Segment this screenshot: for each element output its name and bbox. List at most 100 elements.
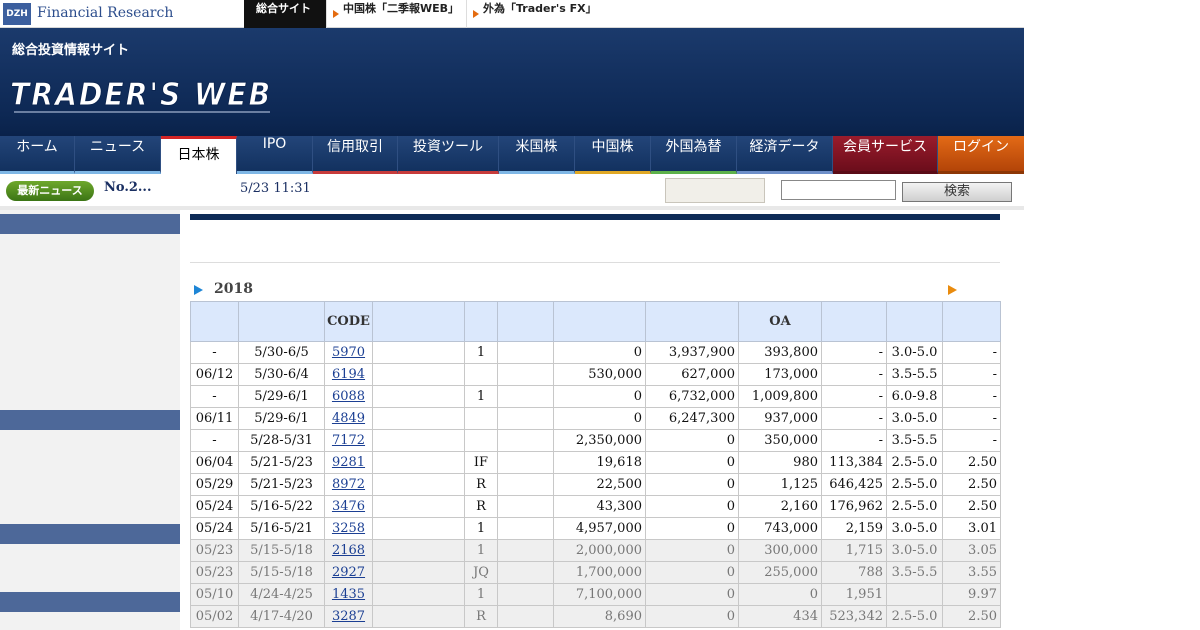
table-cell: 530,000 — [553, 363, 646, 386]
table-cell: 5/28-5/31 — [238, 429, 325, 452]
nav-economic-data[interactable]: 経済データ — [737, 136, 833, 174]
nav-japan-stocks[interactable]: 日本株 — [161, 136, 237, 174]
column-header — [645, 301, 739, 342]
section-divider — [190, 262, 1000, 263]
table-cell: 0 — [645, 473, 739, 496]
table-cell — [372, 429, 465, 452]
stock-code-link[interactable]: 2168 — [332, 543, 365, 558]
search-button[interactable]: 検索 — [902, 182, 1012, 202]
table-cell: 1 — [464, 539, 498, 562]
table-cell: 2.50 — [942, 605, 1001, 628]
table-cell: 176,962 — [821, 495, 887, 518]
stock-code-link[interactable]: 6088 — [332, 389, 365, 404]
latest-news-badge[interactable]: 最新ニュース — [6, 181, 94, 201]
stock-code-link[interactable]: 5970 — [332, 345, 365, 360]
table-cell: - — [821, 407, 887, 430]
sidebar-section-header[interactable] — [0, 524, 180, 544]
traders-web-logo[interactable]: TRADER'S WEB — [8, 58, 280, 124]
table-row: 05/24 5/16-5/22 3476 R 43,300 0 2,160 176,962 2.… — [190, 495, 1001, 518]
table-cell: 646,425 — [821, 473, 887, 496]
next-arrow-icon[interactable] — [948, 285, 957, 295]
stock-code-link[interactable]: 7172 — [332, 433, 365, 448]
table-cell — [497, 561, 554, 584]
table-cell — [372, 583, 465, 606]
stock-code-cell: 3287 — [324, 605, 373, 628]
table-cell: 05/02 — [190, 605, 239, 628]
top-link-chinese-stocks[interactable]: 中国株「二季報WEB」 — [326, 0, 466, 28]
table-cell: 6,247,300 — [645, 407, 739, 430]
table-cell: IF — [464, 451, 498, 474]
column-header — [821, 301, 887, 342]
table-cell — [497, 341, 554, 364]
stock-code-link[interactable]: 6194 — [332, 367, 365, 382]
nav-us-stocks[interactable]: 米国株 — [499, 136, 575, 174]
table-cell: 05/24 — [190, 517, 239, 540]
stock-code-link[interactable]: 2927 — [332, 565, 365, 580]
stock-code-cell: 6088 — [324, 385, 373, 408]
table-cell: - — [942, 385, 1001, 408]
column-header — [553, 301, 646, 342]
table-cell: 1,125 — [738, 473, 822, 496]
table-cell — [497, 583, 554, 606]
column-header-code: CODE — [324, 301, 373, 342]
table-header-row: CODE OA — [190, 301, 1001, 342]
sidebar-section-header[interactable] — [0, 410, 180, 430]
nav-news[interactable]: ニュース — [75, 136, 161, 174]
dzh-logo-icon[interactable]: DZH — [3, 3, 31, 25]
top-link-fx[interactable]: 外為「Trader's FX」 — [466, 0, 606, 28]
site-tagline: 総合投資情報サイト — [12, 43, 130, 58]
nav-china-stocks[interactable]: 中国株 — [575, 136, 651, 174]
nav-investment-tools[interactable]: 投資ツール — [398, 136, 499, 174]
nav-margin-trading[interactable]: 信用取引 — [313, 136, 398, 174]
table-cell: R — [464, 495, 498, 518]
table-cell: 8,690 — [553, 605, 646, 628]
news-headline[interactable]: No.2... — [104, 180, 151, 195]
section-top-rule — [190, 214, 1000, 220]
top-link-sogo-site[interactable]: 総合サイト — [244, 0, 326, 28]
table-cell: 5/21-5/23 — [238, 451, 325, 474]
stock-code-link[interactable]: 1435 — [332, 587, 365, 602]
table-cell — [497, 451, 554, 474]
news-timestamp: 5/23 11:31 — [240, 181, 311, 196]
table-cell: 6,732,000 — [645, 385, 739, 408]
stock-code-link[interactable]: 9281 — [332, 455, 365, 470]
table-cell: 5/16-5/21 — [238, 517, 325, 540]
nav-forex[interactable]: 外国為替 — [651, 136, 737, 174]
table-cell — [464, 363, 498, 386]
table-cell — [372, 473, 465, 496]
table-cell: 434 — [738, 605, 822, 628]
table-cell — [372, 451, 465, 474]
table-cell: 2.50 — [942, 495, 1001, 518]
stock-code-cell: 4849 — [324, 407, 373, 430]
nav-ipo[interactable]: IPO — [237, 136, 313, 174]
table-cell: - — [942, 407, 1001, 430]
stock-code-link[interactable]: 3287 — [332, 609, 365, 624]
search-input[interactable] — [781, 180, 896, 200]
nav-member-services[interactable]: 会員サービス — [833, 136, 938, 174]
sidebar-section-header[interactable] — [0, 214, 180, 234]
table-cell: 05/10 — [190, 583, 239, 606]
nav-login[interactable]: ログイン — [938, 136, 1024, 174]
table-cell — [497, 473, 554, 496]
stock-code-link[interactable]: 8972 — [332, 477, 365, 492]
table-cell: 1 — [464, 583, 498, 606]
table-cell: 173,000 — [738, 363, 822, 386]
table-cell: 3.5-5.5 — [886, 561, 943, 584]
table-cell — [497, 385, 554, 408]
sidebar-section-header[interactable] — [0, 592, 180, 612]
table-cell: R — [464, 605, 498, 628]
table-cell — [497, 495, 554, 518]
brand-name[interactable]: Financial Research — [37, 5, 173, 21]
table-cell: 2,159 — [821, 517, 887, 540]
stock-code-link[interactable]: 3476 — [332, 499, 365, 514]
table-cell: 5/30-6/4 — [238, 363, 325, 386]
ipo-schedule-table: CODE OA -5/30-6/5 5970 1 0 3,937,900 393,800-… — [190, 301, 1001, 628]
table-cell: 05/24 — [190, 495, 239, 518]
stock-code-box[interactable] — [665, 178, 765, 203]
stock-code-link[interactable]: 4849 — [332, 411, 365, 426]
nav-home[interactable]: ホーム — [0, 136, 75, 174]
table-row: 05/29 5/21-5/23 8972 R 22,500 0 1,125 646,425 2.… — [190, 473, 1001, 496]
table-cell: 3.01 — [942, 517, 1001, 540]
table-cell: - — [942, 341, 1001, 364]
stock-code-link[interactable]: 3258 — [332, 521, 365, 536]
